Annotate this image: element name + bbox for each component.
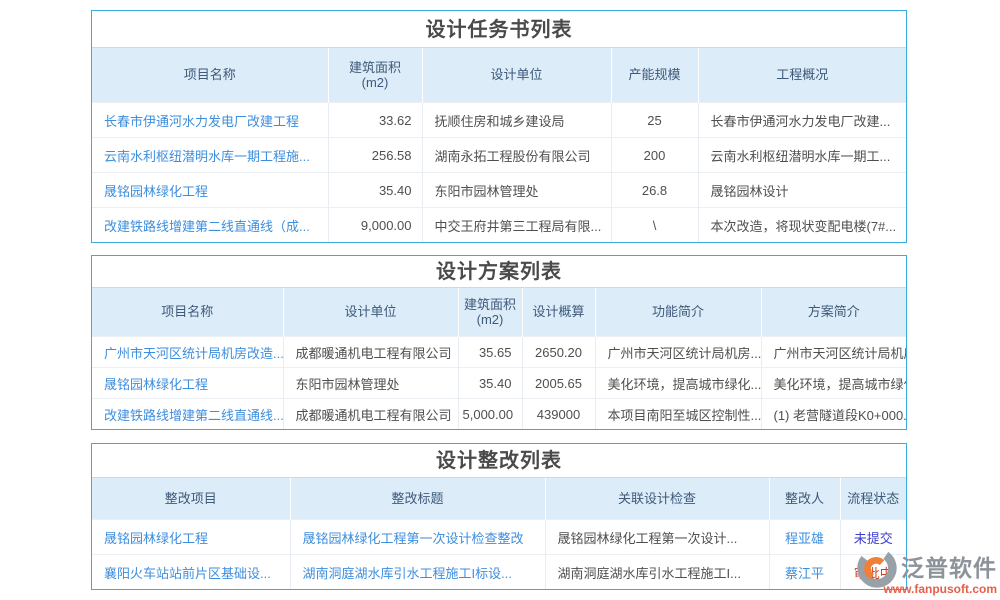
capacity-value: \: [611, 208, 698, 243]
design-unit-value: 成都暖通机电工程有限公司: [283, 399, 458, 430]
rectifier-link[interactable]: 程亚雄: [769, 520, 840, 555]
building-area-value: 256.58: [328, 138, 422, 173]
overview-text: 本次改造，将现状变配电楼(7#...: [698, 208, 906, 243]
design-rectification-table: 整改项目 整改标题 关联设计检查 整改人 流程状态 晟铭园林绿化工程 晟铭园林绿…: [92, 477, 906, 589]
table-row: 襄阳火车站站前片区基础设... 湖南洞庭湖水库引水工程施工I标设... 湖南洞庭…: [92, 555, 906, 590]
design-unit-value: 湖南永拓工程股份有限公司: [422, 138, 611, 173]
rectifier-link[interactable]: 蔡江平: [769, 555, 840, 590]
design-estimate-value: 439000: [522, 399, 595, 430]
column-header-design-unit: 设计单位: [422, 48, 611, 103]
table-row: 晟铭园林绿化工程 35.40 东阳市园林管理处 26.8 晟铭园林设计: [92, 173, 906, 208]
column-header-related-check: 关联设计检查: [545, 478, 769, 520]
column-header-scheme-brief: 方案简介: [761, 288, 906, 337]
related-check-text: 晟铭园林绿化工程第一次设计...: [545, 520, 769, 555]
column-header-rectify-title: 整改标题: [290, 478, 545, 520]
design-task-list-card: 设计任务书列表 项目名称 建筑面积(m2) 设计单位 产能规模 工程概况 长春市…: [91, 10, 907, 243]
table-row: 改建铁路线增建第二线直通线... 成都暖通机电工程有限公司 5,000.00 4…: [92, 399, 906, 430]
design-scheme-list-card: 设计方案列表 项目名称 设计单位 建筑面积(m2) 设计概算 功能简介 方案简介…: [91, 255, 907, 430]
overview-text: 云南水利枢纽潜明水库一期工...: [698, 138, 906, 173]
building-area-value: 9,000.00: [328, 208, 422, 243]
building-area-value: 35.65: [458, 337, 522, 368]
column-header-design-estimate: 设计概算: [522, 288, 595, 337]
table-row: 长春市伊通河水力发电厂改建工程 33.62 抚顺住房和城乡建设局 25 长春市伊…: [92, 103, 906, 138]
project-name-link[interactable]: 云南水利枢纽潜明水库一期工程施...: [92, 138, 328, 173]
capacity-value: 25: [611, 103, 698, 138]
column-header-building-area: 建筑面积(m2): [458, 288, 522, 337]
rectify-title-link[interactable]: 湖南洞庭湖水库引水工程施工I标设...: [290, 555, 545, 590]
capacity-value: 200: [611, 138, 698, 173]
project-name-link[interactable]: 晟铭园林绿化工程: [92, 368, 283, 399]
building-area-value: 5,000.00: [458, 399, 522, 430]
column-header-design-unit: 设计单位: [283, 288, 458, 337]
rectify-title-link[interactable]: 晟铭园林绿化工程第一次设计检查整改: [290, 520, 545, 555]
design-scheme-list-title: 设计方案列表: [92, 256, 906, 287]
column-header-overview: 工程概况: [698, 48, 906, 103]
column-header-project-name: 项目名称: [92, 288, 283, 337]
design-unit-value: 成都暖通机电工程有限公司: [283, 337, 458, 368]
design-rectification-list-card: 设计整改列表 整改项目 整改标题 关联设计检查 整改人 流程状态 晟铭园林绿化工…: [91, 443, 907, 590]
design-task-list-title: 设计任务书列表: [92, 11, 906, 47]
design-rectification-list-title: 设计整改列表: [92, 444, 906, 477]
project-name-link[interactable]: 改建铁路线增建第二线直通线（成...: [92, 208, 328, 243]
header-row: 整改项目 整改标题 关联设计检查 整改人 流程状态: [92, 478, 906, 520]
related-check-text: 湖南洞庭湖水库引水工程施工I...: [545, 555, 769, 590]
design-estimate-value: 2650.20: [522, 337, 595, 368]
column-header-building-area: 建筑面积(m2): [328, 48, 422, 103]
vendor-brand-text: 泛普软件: [901, 557, 997, 580]
table-row: 改建铁路线增建第二线直通线（成... 9,000.00 中交王府井第三工程局有限…: [92, 208, 906, 243]
header-row: 项目名称 设计单位 建筑面积(m2) 设计概算 功能简介 方案简介: [92, 288, 906, 337]
capacity-value: 26.8: [611, 173, 698, 208]
column-header-capacity: 产能规模: [611, 48, 698, 103]
project-name-link[interactable]: 广州市天河区统计局机房改造...: [92, 337, 283, 368]
building-area-value: 35.40: [458, 368, 522, 399]
scheme-brief-text: (1) 老营隧道段K0+000...: [761, 399, 906, 430]
scheme-brief-text: 美化环境，提高城市绿化...: [761, 368, 906, 399]
design-scheme-table: 项目名称 设计单位 建筑面积(m2) 设计概算 功能简介 方案简介 广州市天河区…: [92, 287, 906, 429]
building-area-value: 33.62: [328, 103, 422, 138]
table-row: 晟铭园林绿化工程 晟铭园林绿化工程第一次设计检查整改 晟铭园林绿化工程第一次设计…: [92, 520, 906, 555]
column-header-flow-status: 流程状态: [840, 478, 906, 520]
vendor-watermark: 泛普软件 www.fanpusoft.com: [854, 545, 1000, 595]
design-unit-value: 东阳市园林管理处: [283, 368, 458, 399]
building-area-value: 35.40: [328, 173, 422, 208]
project-name-link[interactable]: 晟铭园林绿化工程: [92, 173, 328, 208]
column-header-project-name: 项目名称: [92, 48, 328, 103]
column-header-rectify-project: 整改项目: [92, 478, 290, 520]
column-header-function-brief: 功能简介: [595, 288, 761, 337]
header-row: 项目名称 建筑面积(m2) 设计单位 产能规模 工程概况: [92, 48, 906, 103]
project-name-link[interactable]: 长春市伊通河水力发电厂改建工程: [92, 103, 328, 138]
design-unit-value: 抚顺住房和城乡建设局: [422, 103, 611, 138]
column-header-rectifier: 整改人: [769, 478, 840, 520]
function-brief-text: 美化环境，提高城市绿化...: [595, 368, 761, 399]
overview-text: 晟铭园林设计: [698, 173, 906, 208]
function-brief-text: 广州市天河区统计局机房...: [595, 337, 761, 368]
function-brief-text: 本项目南阳至城区控制性...: [595, 399, 761, 430]
table-row: 广州市天河区统计局机房改造... 成都暖通机电工程有限公司 35.65 2650…: [92, 337, 906, 368]
design-unit-value: 中交王府井第三工程局有限...: [422, 208, 611, 243]
scheme-brief-text: 广州市天河区统计局机房...: [761, 337, 906, 368]
overview-text: 长春市伊通河水力发电厂改建...: [698, 103, 906, 138]
rectify-project-link[interactable]: 襄阳火车站站前片区基础设...: [92, 555, 290, 590]
project-name-link[interactable]: 改建铁路线增建第二线直通线...: [92, 399, 283, 430]
rectify-project-link[interactable]: 晟铭园林绿化工程: [92, 520, 290, 555]
design-task-table: 项目名称 建筑面积(m2) 设计单位 产能规模 工程概况 长春市伊通河水力发电厂…: [92, 47, 906, 242]
table-row: 云南水利枢纽潜明水库一期工程施... 256.58 湖南永拓工程股份有限公司 2…: [92, 138, 906, 173]
design-unit-value: 东阳市园林管理处: [422, 173, 611, 208]
table-row: 晟铭园林绿化工程 东阳市园林管理处 35.40 2005.65 美化环境，提高城…: [92, 368, 906, 399]
design-estimate-value: 2005.65: [522, 368, 595, 399]
